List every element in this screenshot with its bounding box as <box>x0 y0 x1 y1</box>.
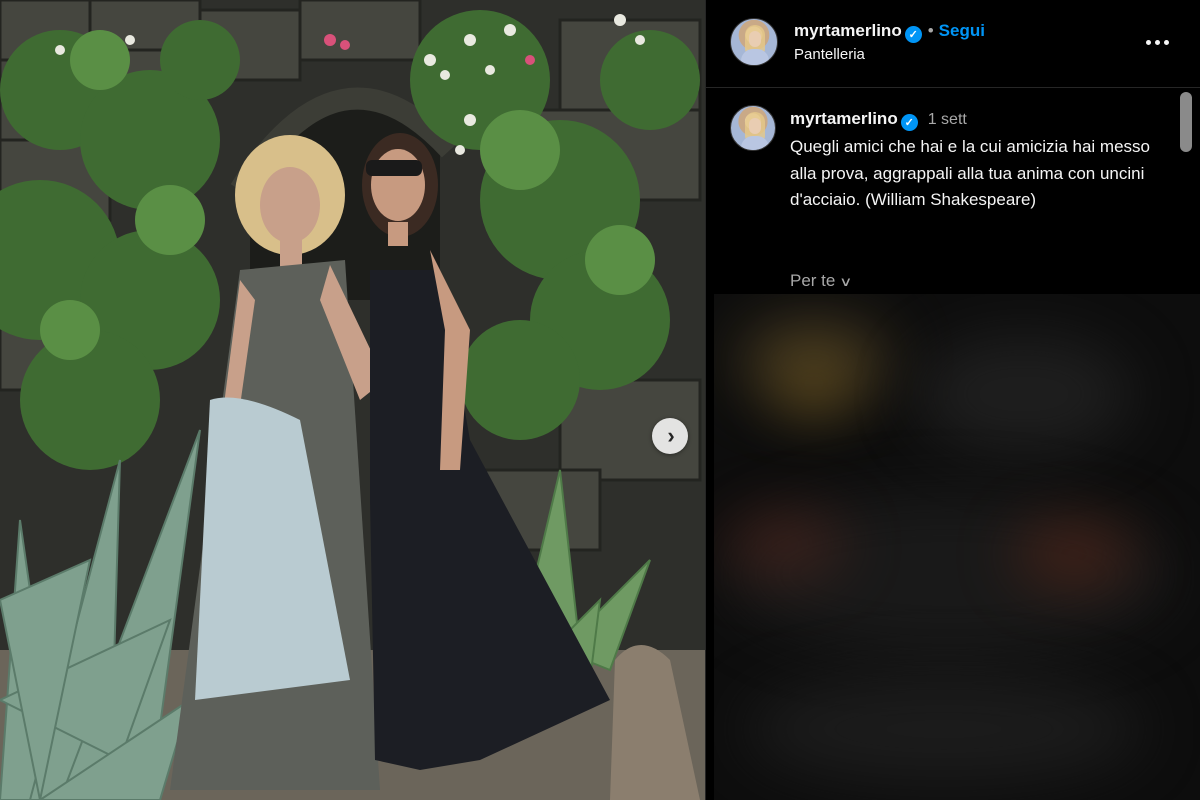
post-header: myrtamerlino ✓ • Segui Pantelleria <box>706 0 1200 88</box>
more-options-button[interactable] <box>1140 30 1174 54</box>
feed-filter-label: Per te <box>790 271 836 290</box>
post-header-user: myrtamerlino ✓ • Segui <box>794 21 985 43</box>
caption-avatar[interactable] <box>730 105 776 151</box>
follow-button[interactable]: Segui <box>939 21 985 40</box>
chevron-right-icon: › <box>667 423 675 448</box>
comments-scrollbar[interactable] <box>1180 92 1192 152</box>
separator-dot: • <box>927 21 934 40</box>
caption-timestamp[interactable]: 1 sett <box>928 111 967 128</box>
photo-illustration <box>0 0 705 800</box>
caption-section: myrtamerlino ✓ 1 sett Quegli amici che hai… <box>706 89 1200 294</box>
post-photo: › <box>0 0 705 800</box>
feed-filter-dropdown[interactable]: Per te ∨ <box>790 271 853 291</box>
location-link[interactable]: Pantelleria <box>794 46 865 63</box>
username-link[interactable]: myrtamerlino <box>794 21 902 40</box>
carousel-next-button[interactable]: › <box>652 418 688 454</box>
caption-text: Quegli amici che hai e la cui amicizia h… <box>790 137 1150 209</box>
verified-icon: ✓ <box>904 26 922 43</box>
chevron-down-icon: ∨ <box>839 274 853 289</box>
verified-icon: ✓ <box>900 114 918 131</box>
caption-username-link[interactable]: myrtamerlino <box>790 109 898 128</box>
caption-header: myrtamerlino ✓ 1 sett <box>790 109 967 131</box>
post-sidebar: myrtamerlino ✓ • Segui Pantelleria myrtamer… <box>705 0 1200 800</box>
avatar[interactable] <box>730 18 778 66</box>
blurred-comments-area <box>714 294 1200 800</box>
more-horizontal-icon <box>1145 39 1169 45</box>
